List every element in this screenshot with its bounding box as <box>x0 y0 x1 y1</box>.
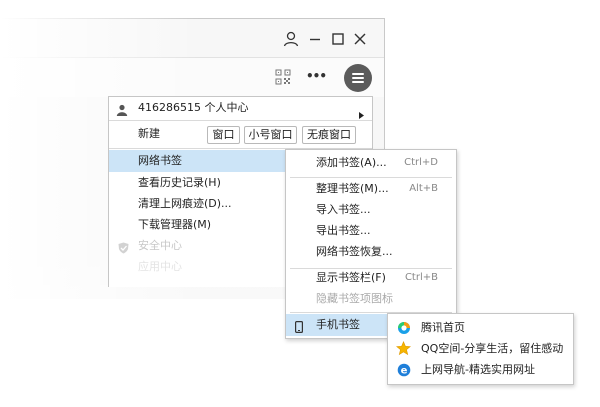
add-bookmark-shortcut: Ctrl+D <box>404 157 438 168</box>
organize-bookmarks-shortcut: Alt+B <box>409 183 438 194</box>
restore-bookmarks-item[interactable]: 网络书签恢复... <box>286 241 456 263</box>
show-bookmark-bar-item[interactable]: 显示书签栏(F) Ctrl+B <box>286 267 456 289</box>
import-bookmarks-label: 导入书签... <box>316 203 371 216</box>
export-bookmarks-label: 导出书签... <box>316 224 371 237</box>
mobile-bookmarks-label: 手机书签 <box>316 318 360 331</box>
maximize-icon[interactable] <box>328 29 348 49</box>
minimize-icon[interactable] <box>305 29 325 49</box>
list-item[interactable]: QQ空间-分享生活，留住感动 <box>388 338 573 360</box>
hide-bookmark-icons-label: 隐藏书签项图标 <box>316 292 393 305</box>
browser-e-icon: e <box>397 363 411 385</box>
menu-divider <box>109 120 372 121</box>
qr-code-icon[interactable] <box>275 69 291 88</box>
downloads-label: 下载管理器(M) <box>138 218 212 231</box>
hide-bookmark-icons-item[interactable]: 隐藏书签项图标 <box>286 288 456 310</box>
security-center-label: 安全中心 <box>138 239 182 252</box>
list-item-label: 腾讯首页 <box>421 321 465 334</box>
account-item[interactable]: 416286515 个人中心 <box>109 97 372 119</box>
show-bookmark-bar-label: 显示书签栏(F) <box>316 271 386 284</box>
title-bar <box>0 19 384 57</box>
bookmarks-label: 网络书签 <box>138 154 182 167</box>
main-menu-button[interactable] <box>344 64 372 92</box>
new-window-button[interactable]: 窗口 <box>207 126 240 144</box>
new-alt-window-button[interactable]: 小号窗口 <box>244 126 297 144</box>
new-incognito-window-button[interactable]: 无痕窗口 <box>302 126 356 144</box>
export-bookmarks-item[interactable]: 导出书签... <box>286 220 456 242</box>
organize-bookmarks-item[interactable]: 整理书签(M)... Alt+B <box>286 178 456 200</box>
list-item-label: QQ空间-分享生活，留住感动 <box>421 342 564 355</box>
import-bookmarks-item[interactable]: 导入书签... <box>286 199 456 221</box>
clear-history-label: 清理上网痕迹(D)... <box>138 197 232 210</box>
list-item-label: 上网导航-精选实用网址 <box>421 363 535 376</box>
list-item[interactable]: 腾讯首页 <box>388 317 573 339</box>
app-center-label: 应用中心 <box>138 260 182 273</box>
svg-text:e: e <box>401 366 408 377</box>
user-icon[interactable] <box>281 29 301 49</box>
restore-bookmarks-label: 网络书签恢复... <box>316 245 393 258</box>
phone-icon <box>295 319 304 341</box>
account-label: 416286515 个人中心 <box>138 101 249 114</box>
add-bookmark-label: 添加书签(A)... <box>316 156 387 169</box>
new-item: 新建 窗口 小号窗口 无痕窗口 <box>109 123 372 145</box>
organize-bookmarks-label: 整理书签(M)... <box>316 182 389 195</box>
list-item[interactable]: e 上网导航-精选实用网址 <box>388 359 573 381</box>
show-bookmark-bar-shortcut: Ctrl+B <box>404 272 438 283</box>
close-icon[interactable] <box>350 29 370 49</box>
more-button[interactable]: ••• <box>306 69 327 83</box>
bookmarks-submenu: 添加书签(A)... Ctrl+D 整理书签(M)... Alt+B 导入书签.… <box>285 149 457 339</box>
toolbar: ••• <box>0 57 384 97</box>
add-bookmark-item[interactable]: 添加书签(A)... Ctrl+D <box>286 152 456 174</box>
history-label: 查看历史记录(H) <box>138 176 221 189</box>
mobile-bookmarks-submenu: 腾讯首页 QQ空间-分享生活，留住感动 e 上网导航-精选实用网址 <box>387 313 574 385</box>
new-label: 新建 <box>138 127 160 140</box>
